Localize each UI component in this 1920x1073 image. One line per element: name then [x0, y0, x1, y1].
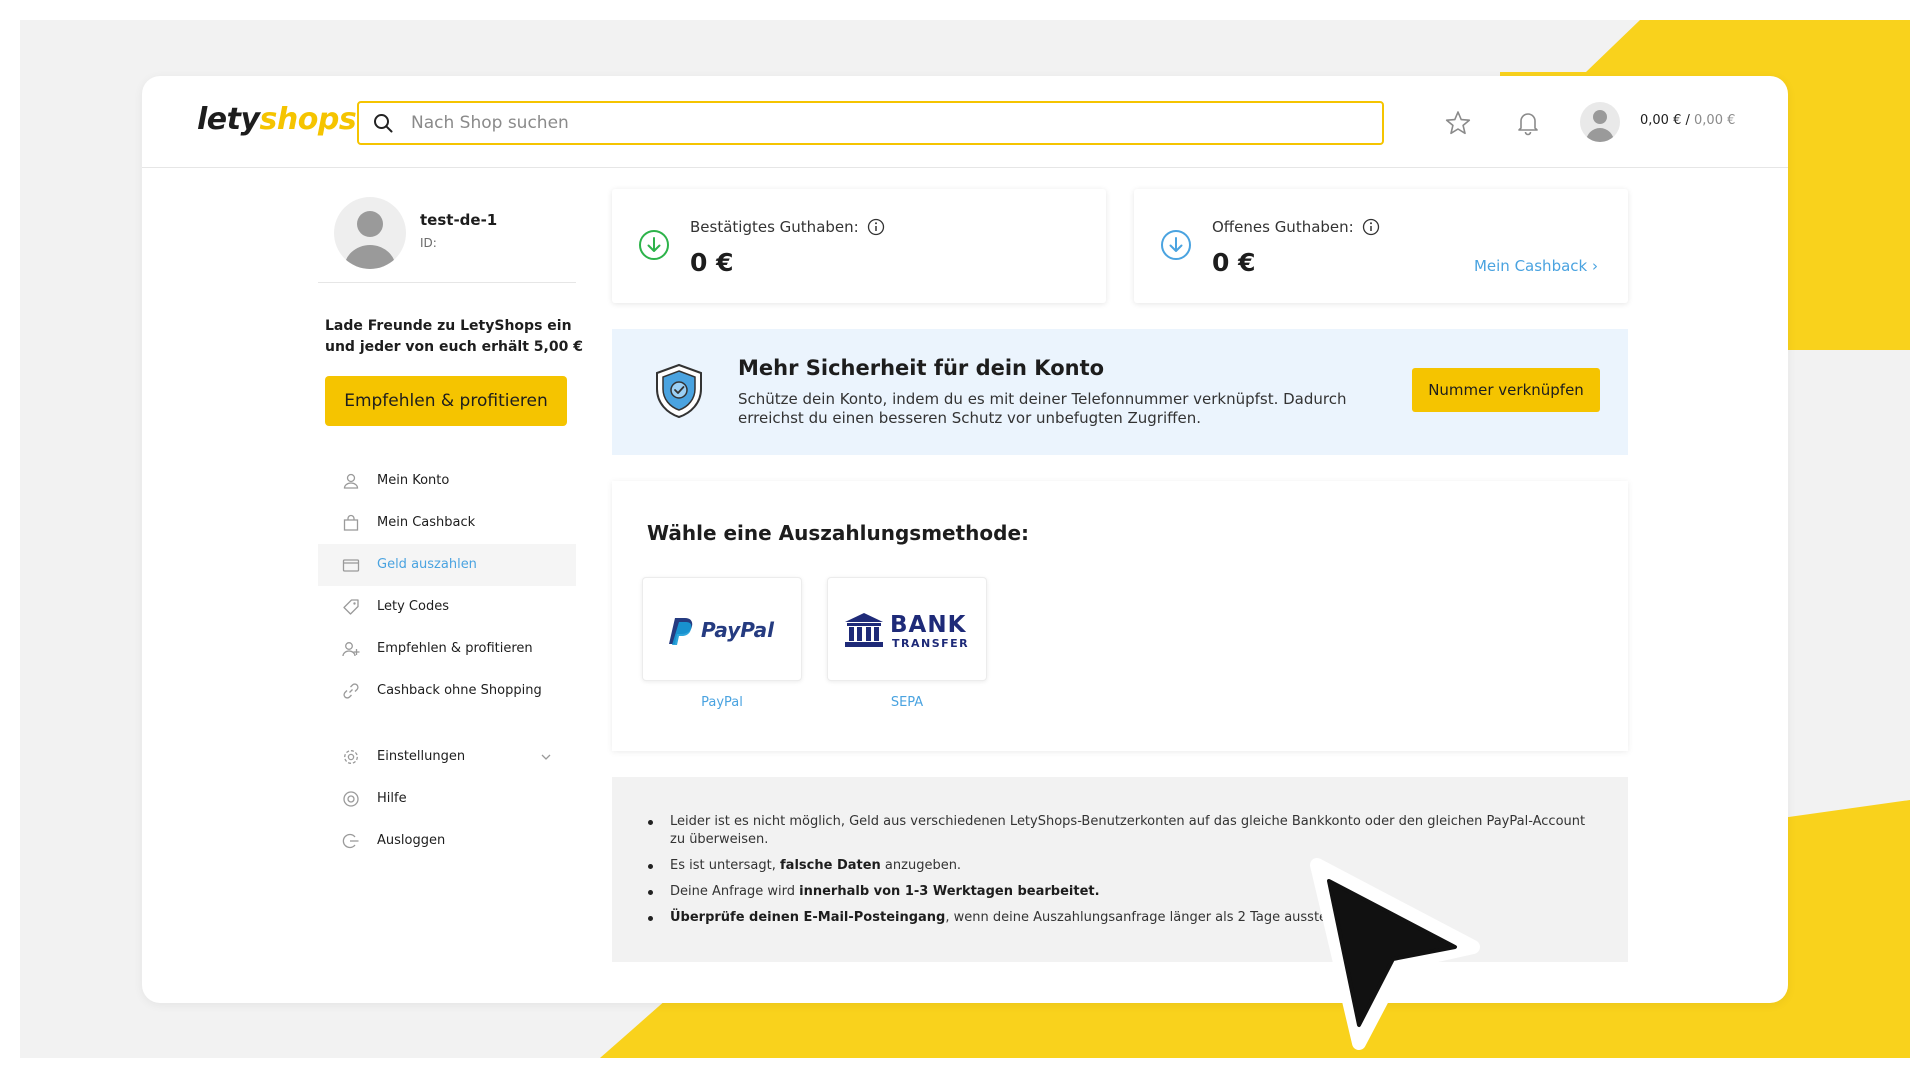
- header-balance[interactable]: 0,00 € / 0,00 €: [1640, 113, 1735, 128]
- link-icon: [343, 683, 359, 699]
- pending-balance-value: 0 €: [1212, 248, 1256, 277]
- help-icon: [343, 791, 359, 807]
- sidebar-item-label: Ausloggen: [377, 833, 446, 848]
- profile-username: test-de-1: [420, 211, 498, 229]
- bank-logo-text: BANK: [890, 612, 967, 638]
- payout-methods-panel: Wähle eine Auszahlungsmethode: PayPal Pa…: [612, 481, 1628, 751]
- divider: [318, 282, 576, 283]
- logo-text-yellow: shops: [259, 102, 357, 137]
- user-silhouette-icon: [344, 211, 396, 269]
- sidebar-item-cashback-ohne-shopping[interactable]: Cashback ohne Shopping: [318, 670, 576, 712]
- invite-button[interactable]: Empfehlen & profitieren: [325, 376, 567, 426]
- info-item: Leider ist es nicht möglich, Geld aus ve…: [648, 813, 1590, 849]
- confirmed-balance-value: 0 €: [690, 248, 734, 277]
- app-window: letyshops 0,00 € / 0,00 €: [142, 76, 1788, 1003]
- sidebar-item-label: Cashback ohne Shopping: [377, 683, 542, 698]
- tag-icon: [343, 599, 359, 615]
- sidebar-item-label: Mein Konto: [377, 473, 450, 488]
- arrow-down-circle-icon: [1161, 230, 1191, 260]
- mein-cashback-link[interactable]: Mein Cashback ›: [1474, 257, 1598, 275]
- star-icon[interactable]: [1445, 110, 1471, 136]
- wallet-icon: [342, 559, 360, 572]
- sidebar-item-label: Mein Cashback: [377, 515, 476, 530]
- confirmed-balance-label: Bestätigtes Guthaben:: [690, 218, 859, 236]
- sidebar-item-ausloggen[interactable]: Ausloggen: [318, 820, 576, 862]
- paypal-method-label[interactable]: PayPal: [642, 695, 802, 710]
- sidebar-item-label: Lety Codes: [377, 599, 449, 614]
- sidebar-item-mein-konto[interactable]: Mein Konto: [318, 460, 576, 502]
- shield-icon: [656, 363, 702, 419]
- chevron-right-icon: ›: [1592, 257, 1598, 275]
- paypal-logo-text: PayPal: [701, 618, 775, 642]
- sidebar-item-label: Empfehlen & profitieren: [377, 641, 533, 656]
- user-silhouette-icon: [1586, 110, 1614, 142]
- chevron-down-icon[interactable]: [540, 751, 552, 763]
- sidebar-item-empfehlen[interactable]: Empfehlen & profitieren: [318, 628, 576, 670]
- header-confirmed-balance: 0,00 €: [1640, 113, 1682, 128]
- header-balance-separator: /: [1685, 113, 1690, 128]
- logo-text-dark: lety: [197, 102, 260, 137]
- top-header: letyshops 0,00 € / 0,00 €: [142, 76, 1788, 168]
- avatar[interactable]: [1580, 102, 1620, 142]
- confirmed-balance-card: Bestätigtes Guthaben: 0 €: [612, 189, 1106, 303]
- confirmed-balance-label-row: Bestätigtes Guthaben:: [690, 218, 885, 236]
- link-phone-button[interactable]: Nummer verknüpfen: [1412, 368, 1600, 412]
- sidebar-item-mein-cashback[interactable]: Mein Cashback: [318, 502, 576, 544]
- security-description: Schütze dein Konto, indem du es mit dein…: [738, 390, 1347, 427]
- search-icon: [374, 114, 393, 133]
- sidebar-item-label: Einstellungen: [377, 749, 466, 764]
- paypal-method-card[interactable]: PayPal: [642, 577, 802, 681]
- pending-balance-label: Offenes Guthaben:: [1212, 218, 1354, 236]
- transfer-logo-text: TRANSFER: [892, 637, 970, 650]
- shopping-bag-icon: [343, 514, 359, 531]
- sidebar-item-geld-auszahlen[interactable]: Geld auszahlen: [318, 544, 576, 586]
- pending-balance-card: Offenes Guthaben: 0 € Mein Cashback ›: [1134, 189, 1628, 303]
- header-pending-balance: 0,00 €: [1694, 113, 1736, 128]
- sidebar-item-hilfe[interactable]: Hilfe: [318, 778, 576, 820]
- arrow-down-circle-icon: [639, 230, 669, 260]
- mouse-cursor-icon: [1310, 858, 1480, 1050]
- bank-building-icon: [845, 613, 883, 647]
- add-user-icon: [342, 642, 360, 657]
- profile-avatar: [334, 197, 406, 269]
- letyshops-logo[interactable]: letyshops: [197, 102, 357, 137]
- user-icon: [343, 473, 359, 489]
- sidebar-item-lety-codes[interactable]: Lety Codes: [318, 586, 576, 628]
- mein-cashback-link-label: Mein Cashback: [1473, 257, 1588, 275]
- logout-icon: [342, 833, 359, 849]
- sepa-method-card[interactable]: BANK TRANSFER: [827, 577, 987, 681]
- search-input[interactable]: [411, 103, 1351, 143]
- sidebar-item-label: Hilfe: [377, 791, 407, 806]
- info-icon[interactable]: [1362, 218, 1380, 236]
- sidebar-item-einstellungen[interactable]: Einstellungen: [318, 736, 576, 778]
- profile-id: ID:: [420, 236, 437, 250]
- info-icon[interactable]: [867, 218, 885, 236]
- sepa-method-label[interactable]: SEPA: [827, 695, 987, 710]
- sidebar-item-label: Geld auszahlen: [377, 557, 477, 572]
- search-box: [357, 101, 1384, 145]
- bell-icon[interactable]: [1515, 110, 1541, 136]
- security-title: Mehr Sicherheit für dein Konto: [738, 356, 1105, 380]
- payout-title: Wähle eine Auszahlungsmethode:: [647, 521, 1030, 545]
- gear-icon: [344, 750, 358, 764]
- invite-text: Lade Freunde zu LetyShops ein und jeder …: [325, 318, 583, 355]
- security-banner: Mehr Sicherheit für dein Konto Schütze d…: [612, 329, 1628, 455]
- pending-balance-label-row: Offenes Guthaben:: [1212, 218, 1380, 236]
